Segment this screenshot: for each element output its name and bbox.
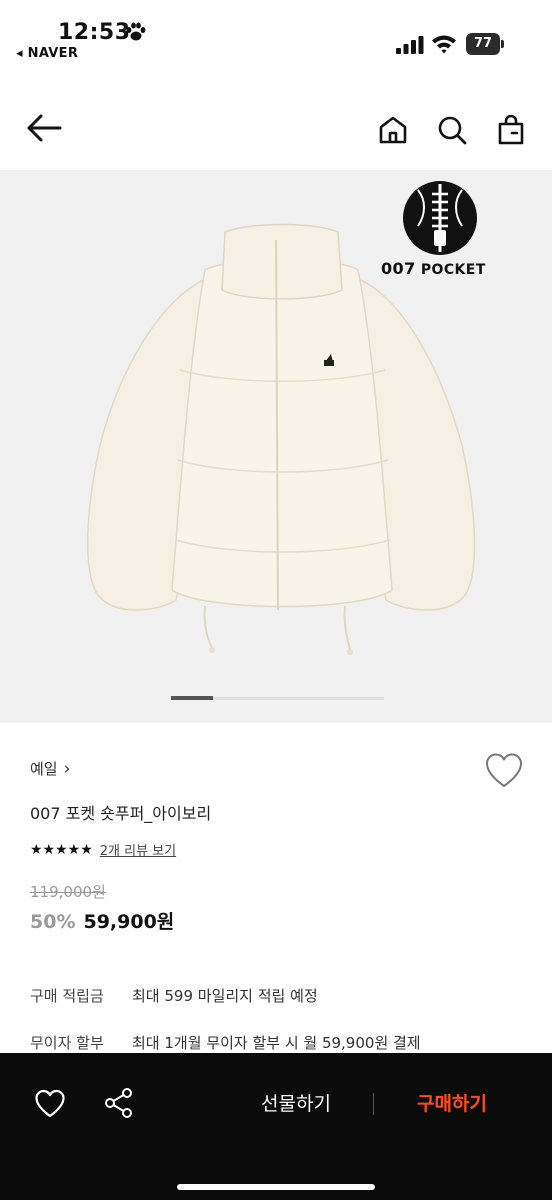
gift-button[interactable]: 선물하기 — [236, 1089, 356, 1116]
info-label: 무이자 할부 — [30, 1034, 104, 1052]
back-to-app-link[interactable]: ◂ NAVER — [16, 46, 78, 61]
brand-name: 예일 — [30, 760, 58, 778]
share-button[interactable] — [102, 1086, 136, 1120]
review-link[interactable]: 2개 리뷰 보기 — [100, 840, 176, 859]
jacket-image — [86, 181, 477, 655]
paw-icon — [126, 22, 146, 41]
wifi-icon — [432, 35, 456, 54]
home-button[interactable] — [373, 110, 413, 150]
carousel-indicator — [171, 696, 213, 700]
chevron-right-icon: › — [63, 758, 71, 779]
top-nav — [0, 74, 552, 170]
buy-button[interactable]: 구매하기 — [392, 1089, 512, 1116]
rating-row: ★★★★★ 2개 리뷰 보기 — [30, 840, 176, 860]
info-value: 최대 1개월 무이자 할부 시 월 59,900원 결제 — [132, 1034, 421, 1052]
product-image-carousel[interactable]: 007 POCKET — [0, 170, 552, 723]
product-page: 12:53 ◂ NAVER 77 007 POCKET 예일 › 007 포켓 … — [0, 0, 552, 1200]
home-icon — [379, 116, 407, 144]
sale-price: 59,900원 — [83, 911, 175, 933]
search-button[interactable] — [432, 110, 472, 150]
battery-level: 77 — [466, 33, 500, 55]
shopping-bag-icon — [498, 115, 524, 145]
brand-link[interactable]: 예일 › — [30, 758, 70, 779]
original-price: 119,000원 — [30, 883, 106, 901]
heart-icon — [35, 1089, 65, 1118]
info-row-installment: 무이자 할부 최대 1개월 무이자 할부 시 월 59,900원 결제 — [30, 1032, 421, 1053]
heart-icon — [486, 753, 522, 787]
signal-icon — [396, 36, 424, 54]
info-row-mileage: 구매 적립금 최대 599 마일리지 적립 예정 — [30, 985, 318, 1006]
wishlist-bottom-button[interactable] — [33, 1087, 67, 1121]
home-indicator — [177, 1184, 375, 1190]
star-rating: ★★★★★ — [30, 841, 93, 858]
product-title: 007 포켓 숏푸퍼_아이보리 — [30, 804, 212, 823]
status-bar: 12:53 ◂ NAVER 77 — [0, 0, 552, 74]
divider — [373, 1093, 374, 1115]
back-button[interactable] — [24, 108, 64, 148]
bottom-action-bar: 선물하기 구매하기 — [0, 1053, 552, 1200]
info-label: 구매 적립금 — [30, 987, 104, 1005]
discount-rate: 50% — [30, 911, 76, 933]
brand-logo-text: 007 POCKET — [381, 259, 486, 278]
search-icon — [438, 116, 467, 145]
share-icon — [105, 1088, 132, 1118]
info-value: 최대 599 마일리지 적립 예정 — [132, 987, 318, 1005]
status-time: 12:53 — [58, 20, 131, 45]
wishlist-button[interactable] — [484, 752, 524, 790]
battery-icon: 77 — [466, 33, 504, 55]
sale-price-row: 50% 59,900원 — [30, 907, 174, 934]
cart-button[interactable] — [491, 110, 531, 150]
back-arrow-icon — [27, 114, 62, 142]
